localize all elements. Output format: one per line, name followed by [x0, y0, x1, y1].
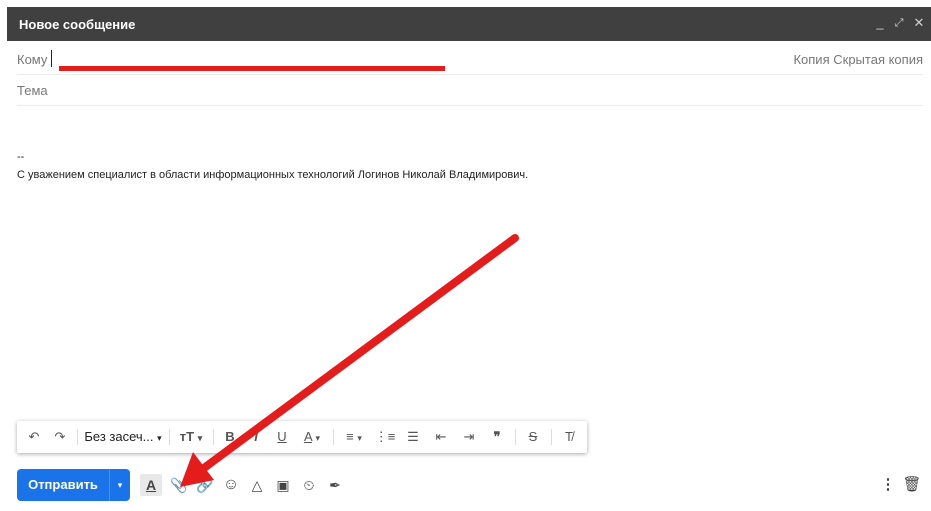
signature-icon[interactable]: ✒ [324, 474, 346, 496]
fullscreen-icon[interactable]: ⤢ [890, 14, 908, 32]
drive-icon[interactable]: △ [246, 474, 268, 496]
toolbar-divider [77, 429, 78, 445]
subject-placeholder: Тема [17, 83, 48, 98]
toolbar-divider [515, 429, 516, 445]
indent-less-icon[interactable]: ⇤ [429, 421, 453, 453]
send-button[interactable]: Отправить [17, 469, 109, 501]
font-size-icon: тT [179, 429, 195, 444]
align-icon: ≡ [346, 429, 354, 444]
font-size-button[interactable]: тT ▾ [175, 421, 207, 453]
quote-icon[interactable]: ❞ [485, 421, 509, 453]
formatting-options-icon[interactable]: A [140, 474, 162, 496]
insert-link-icon[interactable]: 🔗 [194, 474, 216, 496]
indent-more-icon[interactable]: ⇥ [457, 421, 481, 453]
toolbar-divider [333, 429, 334, 445]
attach-file-icon[interactable]: 📎 [168, 474, 190, 496]
toolbar-divider [169, 429, 170, 445]
font-family-value: Без засеч... [84, 429, 154, 444]
chevron-down-icon: ▾ [157, 433, 162, 443]
clear-formatting-icon[interactable]: T̸ [557, 421, 581, 453]
to-label: Кому [17, 52, 48, 67]
cc-bcc-links: Копия Скрытая копия [793, 52, 923, 67]
toolbar-divider [551, 429, 552, 445]
text-cursor [51, 50, 52, 67]
toolbar-divider [213, 429, 214, 445]
compose-title: Новое сообщение [19, 17, 136, 32]
subject-field[interactable]: Тема [17, 75, 923, 106]
signature-separator: -- [17, 151, 25, 163]
numbered-list-icon[interactable]: ⋮≡ [373, 421, 397, 453]
chevron-down-icon: ▾ [315, 433, 321, 443]
underline-button[interactable]: U [271, 421, 293, 453]
signature-text: С уважением специалист в области информа… [17, 169, 529, 181]
send-button-group: Отправить ▾ [17, 469, 130, 501]
bcc-link[interactable]: Скрытая копия [833, 52, 923, 67]
formatting-toolbar: ↶ ↷ Без засеч... ▾ тT ▾ B I U A ▾ ≡ ▾ ⋮≡… [17, 421, 587, 453]
confidential-mode-icon[interactable]: ⏲ [298, 474, 320, 496]
message-body[interactable]: -- С уважением специалист в области инфо… [17, 108, 923, 418]
font-family-select[interactable]: Без засеч... ▾ [83, 421, 163, 453]
text-color-icon: A [303, 429, 312, 444]
chevron-down-icon: ▾ [357, 433, 362, 443]
discard-draft-icon[interactable]: 🗑 [902, 474, 922, 496]
align-button[interactable]: ≡ ▾ [339, 421, 369, 453]
compose-title-bar: Новое сообщение _ ⤢ ✕ [7, 7, 931, 41]
annotation-underline [59, 66, 445, 71]
more-options-icon[interactable]: ⋮ [880, 474, 896, 496]
bulleted-list-icon[interactable]: ☰ [401, 421, 425, 453]
bold-button[interactable]: B [219, 421, 241, 453]
chevron-down-icon: ▾ [197, 433, 203, 443]
text-color-button[interactable]: A ▾ [297, 421, 327, 453]
strikethrough-icon[interactable]: S [521, 421, 545, 453]
send-options-chevron-icon[interactable]: ▾ [110, 469, 130, 501]
italic-button[interactable]: I [245, 421, 267, 453]
insert-photo-icon[interactable]: ▣ [272, 474, 294, 496]
emoji-icon[interactable]: ☺ [220, 474, 242, 496]
undo-icon[interactable]: ↶ [23, 421, 45, 453]
redo-icon[interactable]: ↷ [49, 421, 71, 453]
cc-link[interactable]: Копия [793, 52, 829, 67]
minimize-icon[interactable]: _ [871, 14, 889, 32]
close-icon[interactable]: ✕ [910, 14, 928, 32]
